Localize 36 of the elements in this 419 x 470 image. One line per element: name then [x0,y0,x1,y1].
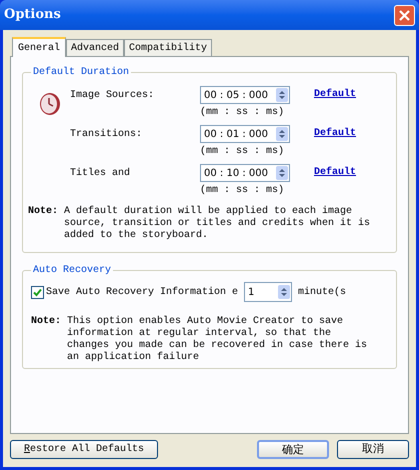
time-field[interactable]: 00 : 10 : 000 [200,164,290,182]
window-title: Options [4,6,61,24]
default-link[interactable]: Default [314,87,356,120]
duration-label: Titles and [70,166,132,181]
spin-arrows-icon[interactable] [276,88,288,102]
close-icon [399,10,410,20]
unit-label: minute(s [298,286,346,300]
cancel-button[interactable]: 取消 [337,440,409,459]
tab[interactable]: General [12,37,66,57]
default-link[interactable]: Default [314,165,356,198]
group-title: Default Duration [32,66,130,80]
interval-field[interactable]: 1 [244,282,292,302]
format-hint: (mm : ss : ms) [200,184,286,198]
checkbox-label: Save Auto Recovery Information e [46,286,240,300]
note-text: A default duration will be applied to each image source, transition or titles and credits when it is added to the storyboard. [64,206,372,242]
restore-defaults-button[interactable]: Restore All Defaults [10,440,158,459]
spin-arrows-icon[interactable] [276,127,288,141]
tab[interactable]: Compatibility [124,39,212,56]
ok-button[interactable]: 确定 [257,440,329,459]
format-hint: (mm : ss : ms) [200,144,286,159]
group-title: Auto Recovery [32,264,112,278]
default-link[interactable]: Default [314,126,356,159]
spin-arrows-icon[interactable] [278,285,290,299]
duration-label: Transitions: [70,128,144,142]
format-hint: (mm : ss : ms) [200,106,286,120]
checkbox[interactable] [31,286,44,298]
clock-icon [39,92,61,116]
tab[interactable]: Advanced [66,39,124,56]
close-button[interactable] [394,4,415,26]
note-label: Note: [31,316,62,329]
note-text: This option enables Auto Movie Creator to save information at regular interval, so that the changes you made can be recovered in case there is an application failure [67,316,368,364]
spin-arrows-icon[interactable] [276,166,288,180]
time-field[interactable]: 00 : 01 : 000 [200,125,290,143]
duration-label: Image Sources: [70,89,156,103]
note-label: Note: [28,206,60,219]
time-field[interactable]: 00 : 05 : 000 [200,86,290,104]
